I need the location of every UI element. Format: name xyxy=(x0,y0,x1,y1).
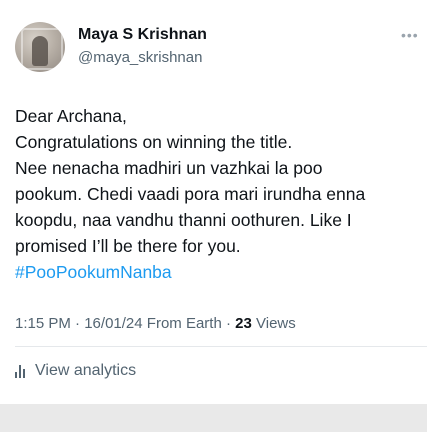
author-avatar[interactable] xyxy=(15,22,65,72)
views-label: Views xyxy=(256,315,296,332)
views-count: 23 xyxy=(235,315,252,332)
divider xyxy=(15,346,427,347)
tweet-line: Congratulations on winning the title. xyxy=(15,132,293,152)
hashtag-link[interactable]: #PooPookumNanba xyxy=(15,259,420,285)
tweet-card: Maya S Krishnan @maya_skrishnan ••• Dear… xyxy=(0,0,427,404)
tweet-line: koopdu, naa vandhu thanni oothuren. Like… xyxy=(15,210,352,230)
tweet-line: promised I’ll be there for you. xyxy=(15,236,241,256)
tweet-date[interactable]: 16/01/24 xyxy=(84,315,142,332)
meta-separator: · xyxy=(75,315,85,332)
analytics-bars-icon xyxy=(15,364,27,378)
tweet-time[interactable]: 1:15 PM xyxy=(15,315,71,332)
author-handle[interactable]: @maya_skrishnan xyxy=(78,49,202,66)
view-analytics-button[interactable]: View analytics xyxy=(15,362,136,380)
tweet-line: pookum. Chedi vaadi pora mari irundha en… xyxy=(15,184,366,204)
tweet-line: Nee nenacha madhiri un vazhkai la poo xyxy=(15,158,323,178)
author-name[interactable]: Maya S Krishnan xyxy=(78,26,207,44)
meta-separator: · xyxy=(225,315,236,332)
tweet-meta: 1:15 PM · 16/01/24 From Earth · 23 Views xyxy=(15,315,296,332)
view-analytics-label: View analytics xyxy=(35,362,137,379)
tweet-source: From Earth xyxy=(146,315,222,332)
avatar-figure xyxy=(32,36,48,66)
tweet-line: Dear Archana, xyxy=(15,106,127,126)
more-options-icon[interactable]: ••• xyxy=(401,27,419,43)
tweet-text: Dear Archana, Congratulations on winning… xyxy=(15,103,420,285)
